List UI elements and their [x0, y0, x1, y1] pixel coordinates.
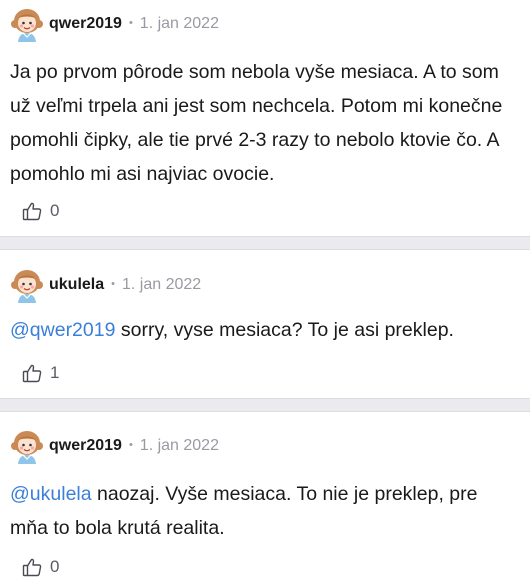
- user-mention-link[interactable]: @ukulela: [10, 483, 92, 505]
- comment-author[interactable]: qwer2019: [49, 437, 122, 455]
- comment-header: qwer2019 • 1. jan 2022: [10, 426, 219, 466]
- comment-text: @ukulela naozaj. Vyše mesiaca. To nie je…: [10, 477, 518, 545]
- comment-text: @qwer2019 sorry, vyse mesiaca? To je asi…: [10, 313, 518, 347]
- meta-separator: •: [128, 439, 133, 451]
- comment-divider: [0, 398, 530, 412]
- like-count: 1: [50, 363, 60, 382]
- meta-separator: •: [111, 278, 115, 290]
- comment-body: Ja po prvom pôrode som nebola vyše mesia…: [10, 61, 503, 185]
- comment-item: qwer2019 • 1. jan 2022 Ja po prvom pôrod…: [0, 0, 530, 236]
- like-button[interactable]: 1: [22, 361, 59, 385]
- comment-author[interactable]: ukulela: [49, 276, 104, 294]
- comment-header: ukulela • 1. jan 2022: [10, 265, 201, 305]
- comment-item: ukulela • 1. jan 2022 @qwer2019 sorry, v…: [0, 250, 530, 398]
- comment-header: qwer2019 • 1. jan 2022: [10, 4, 219, 44]
- comment-item: qwer2019 • 1. jan 2022 @ukulela naozaj. …: [0, 412, 530, 587]
- avatar-icon[interactable]: [10, 267, 44, 303]
- like-count: 0: [50, 201, 60, 220]
- meta-separator: •: [128, 17, 133, 29]
- thumbs-up-icon: [22, 202, 42, 221]
- like-count: 0: [50, 557, 60, 576]
- like-button[interactable]: 0: [22, 199, 59, 223]
- avatar-icon[interactable]: [10, 6, 44, 42]
- like-button[interactable]: 0: [22, 555, 59, 579]
- user-mention-link[interactable]: @qwer2019: [10, 319, 115, 341]
- comment-body: sorry, vyse mesiaca? To je asi preklep.: [115, 319, 454, 341]
- comment-date: 1. jan 2022: [139, 437, 219, 454]
- comment-text: Ja po prvom pôrode som nebola vyše mesia…: [10, 55, 518, 191]
- thumbs-up-icon: [22, 364, 42, 383]
- comment-date: 1. jan 2022: [139, 15, 219, 32]
- comment-date: 1. jan 2022: [122, 276, 202, 293]
- thumbs-up-icon: [22, 558, 42, 577]
- comment-divider: [0, 236, 530, 250]
- comment-author[interactable]: qwer2019: [49, 15, 122, 33]
- avatar-icon[interactable]: [10, 428, 44, 464]
